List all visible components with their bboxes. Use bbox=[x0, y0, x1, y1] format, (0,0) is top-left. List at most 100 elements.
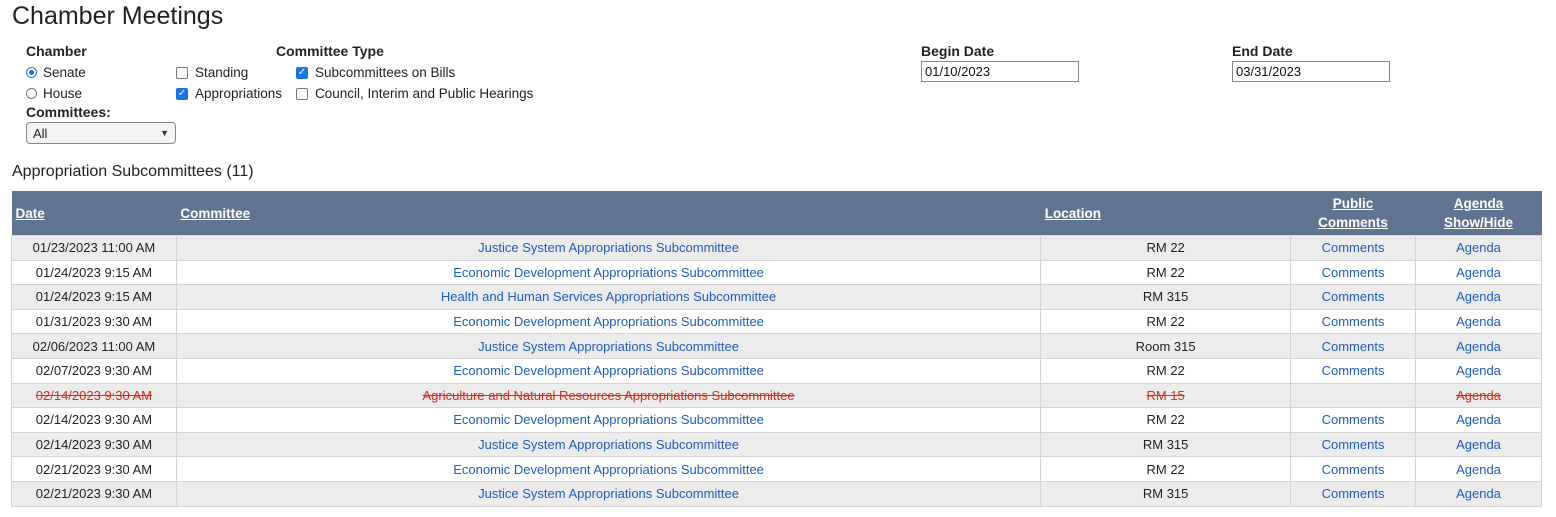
location-cell: RM 22 bbox=[1146, 264, 1185, 280]
table-header-row: Date Committee Location Public Comments … bbox=[11, 191, 1542, 236]
committee-link[interactable]: Health and Human Services Appropriations… bbox=[441, 289, 776, 304]
date-column-header[interactable]: Date bbox=[11, 191, 177, 236]
location-cell: Room 315 bbox=[1135, 338, 1196, 354]
committee-link-cell: Justice System Appropriations Subcommitt… bbox=[175, 235, 1042, 261]
subcommittees-on-bills-checkbox[interactable]: ✓ Subcommittees on Bills bbox=[296, 65, 455, 80]
location-cell: RM 22 bbox=[1146, 363, 1185, 379]
committee-link[interactable]: Economic Development Appropriations Subc… bbox=[453, 412, 764, 427]
standing-checkbox-box[interactable] bbox=[176, 66, 188, 79]
committees-select[interactable]: All ▼ bbox=[26, 122, 176, 144]
committee-link[interactable]: Economic Development Appropriations Subc… bbox=[453, 314, 764, 329]
comments-link[interactable]: Comments bbox=[1322, 363, 1385, 378]
council-interim-hearings-label: Council, Interim and Public Hearings bbox=[315, 86, 534, 101]
agenda-link[interactable]: Agenda bbox=[1456, 265, 1501, 280]
comments-link[interactable]: Comments bbox=[1322, 462, 1385, 477]
table-row: 01/31/2023 9:30 AM Economic Development A… bbox=[11, 308, 1542, 335]
committee-link[interactable]: Justice System Appropriations Subcommitt… bbox=[478, 240, 739, 255]
house-radio-circle[interactable] bbox=[26, 88, 37, 99]
comments-link[interactable]: Comments bbox=[1322, 437, 1385, 452]
check-icon[interactable]: ✓ bbox=[296, 66, 308, 79]
committee-link[interactable]: Economic Development Appropriations Subc… bbox=[453, 265, 764, 280]
agenda-link-cell: Agenda bbox=[1415, 333, 1542, 359]
location-cell-cell: Room 315 bbox=[1040, 333, 1292, 359]
appropriations-label: Appropriations bbox=[195, 86, 283, 101]
committee-link-cell: Economic Development Appropriations Subc… bbox=[175, 407, 1042, 433]
end-date-input[interactable]: 03/31/2023 bbox=[1232, 61, 1390, 82]
comments-link[interactable]: Comments bbox=[1322, 265, 1385, 280]
location-cell-cell: RM 22 bbox=[1040, 259, 1292, 286]
begin-date-input[interactable]: 01/10/2023 bbox=[921, 61, 1079, 82]
senate-radio-circle[interactable] bbox=[26, 67, 37, 78]
meeting-date-cell-cell: 02/07/2023 9:30 AM bbox=[11, 357, 177, 384]
council-interim-hearings-checkbox[interactable]: Council, Interim and Public Hearings bbox=[296, 86, 533, 101]
committee-link[interactable]: Justice System Appropriations Subcommitt… bbox=[478, 486, 739, 501]
comments-link-cell: Comments bbox=[1290, 235, 1416, 261]
meeting-date-cell: 02/14/2023 9:30 AM bbox=[35, 412, 153, 428]
comments-link-cell bbox=[1290, 382, 1416, 409]
agenda-link-cell: Agenda bbox=[1415, 308, 1542, 335]
committees-select-value: All bbox=[33, 125, 48, 141]
chamber-label: Chamber bbox=[26, 43, 87, 59]
table-row: 02/21/2023 9:30 AM Justice System Appropr… bbox=[11, 480, 1542, 507]
public-comments-header-line2: Comments bbox=[1318, 215, 1388, 230]
committee-link[interactable]: Agriculture and Natural Resources Approp… bbox=[422, 388, 794, 403]
committee-link-cell: Economic Development Appropriations Subc… bbox=[175, 259, 1042, 286]
committee-link[interactable]: Justice System Appropriations Subcommitt… bbox=[478, 437, 739, 452]
committee-link-cell: Economic Development Appropriations Subc… bbox=[175, 357, 1042, 384]
meeting-date-cell: 02/06/2023 11:00 AM bbox=[32, 338, 156, 354]
agenda-link[interactable]: Agenda bbox=[1456, 314, 1501, 329]
table-row: 02/07/2023 9:30 AM Economic Development A… bbox=[11, 357, 1542, 384]
agenda-link[interactable]: Agenda bbox=[1456, 412, 1501, 427]
standing-checkbox[interactable]: Standing bbox=[176, 65, 248, 80]
public-comments-column-header[interactable]: Public Comments bbox=[1290, 191, 1416, 236]
agenda-link[interactable]: Agenda bbox=[1456, 388, 1501, 403]
standing-checkbox-label: Standing bbox=[195, 65, 249, 80]
begin-date-label: Begin Date bbox=[921, 43, 995, 59]
check-icon[interactable]: ✓ bbox=[176, 87, 188, 100]
comments-link[interactable]: Comments bbox=[1322, 314, 1385, 329]
comments-link[interactable]: Comments bbox=[1322, 486, 1385, 501]
agenda-link[interactable]: Agenda bbox=[1456, 289, 1501, 304]
committee-column-header[interactable]: Committee bbox=[176, 191, 1041, 236]
committee-link[interactable]: Economic Development Appropriations Subc… bbox=[453, 363, 764, 378]
comments-link[interactable]: Comments bbox=[1322, 240, 1385, 255]
agenda-link-cell: Agenda bbox=[1415, 357, 1542, 384]
senate-radio[interactable]: Senate bbox=[26, 65, 86, 80]
location-column-header[interactable]: Location bbox=[1040, 191, 1291, 236]
comments-link-cell: Comments bbox=[1290, 357, 1416, 384]
meeting-date-cell-cell: 01/24/2023 9:15 AM bbox=[11, 259, 177, 286]
agenda-header-line1: Agenda bbox=[1453, 196, 1504, 211]
committee-link[interactable]: Economic Development Appropriations Subc… bbox=[453, 462, 764, 477]
location-cell: RM 315 bbox=[1142, 289, 1189, 305]
comments-link[interactable]: Comments bbox=[1322, 339, 1385, 354]
meeting-date-cell: 01/24/2023 9:15 AM bbox=[35, 264, 153, 280]
comments-link[interactable]: Comments bbox=[1322, 289, 1385, 304]
location-cell-cell: RM 22 bbox=[1040, 235, 1292, 261]
comments-link-cell: Comments bbox=[1290, 284, 1416, 310]
agenda-link[interactable]: Agenda bbox=[1456, 339, 1501, 354]
agenda-link[interactable]: Agenda bbox=[1456, 462, 1501, 477]
house-radio[interactable]: House bbox=[26, 86, 82, 101]
agenda-link[interactable]: Agenda bbox=[1456, 437, 1501, 452]
agenda-link-cell: Agenda bbox=[1415, 284, 1542, 310]
meeting-date-cell: 01/23/2023 11:00 AM bbox=[32, 240, 156, 256]
agenda-link[interactable]: Agenda bbox=[1456, 486, 1501, 501]
meetings-table: Date Committee Location Public Comments … bbox=[11, 191, 1542, 507]
table-row: 01/24/2023 9:15 AM Health and Human Servi… bbox=[11, 284, 1542, 310]
council-checkbox-box[interactable] bbox=[296, 87, 308, 100]
agenda-link-cell: Agenda bbox=[1415, 480, 1542, 507]
committee-link-cell: Agriculture and Natural Resources Approp… bbox=[175, 382, 1042, 409]
appropriations-checkbox[interactable]: ✓ Appropriations bbox=[176, 86, 282, 101]
agenda-column-header[interactable]: Agenda Show/Hide bbox=[1415, 191, 1542, 236]
committee-link[interactable]: Justice System Appropriations Subcommitt… bbox=[478, 339, 739, 354]
agenda-link[interactable]: Agenda bbox=[1456, 240, 1501, 255]
committee-link-cell: Justice System Appropriations Subcommitt… bbox=[175, 333, 1042, 359]
location-cell: RM 315 bbox=[1142, 486, 1189, 502]
agenda-link-cell: Agenda bbox=[1415, 431, 1542, 458]
comments-link[interactable]: Comments bbox=[1322, 412, 1385, 427]
committee-link-cell: Justice System Appropriations Subcommitt… bbox=[175, 480, 1042, 507]
agenda-link[interactable]: Agenda bbox=[1456, 363, 1501, 378]
agenda-header-line2: Show/Hide bbox=[1443, 215, 1513, 230]
table-row: 02/14/2023 9:30 AM Agriculture and Natura… bbox=[11, 382, 1542, 409]
meeting-date-cell: 01/31/2023 9:30 AM bbox=[35, 314, 153, 330]
